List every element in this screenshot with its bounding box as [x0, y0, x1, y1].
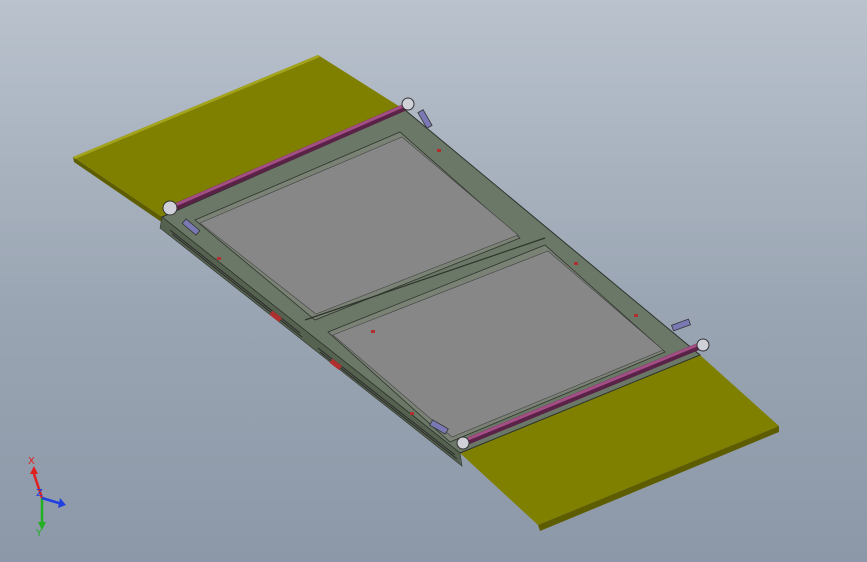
- cad-model[interactable]: [0, 0, 867, 562]
- graphics-viewport[interactable]: X Z Y: [0, 0, 867, 562]
- y-axis-label: Y: [35, 528, 43, 536]
- z-axis-label: Z: [36, 488, 43, 499]
- x-axis-label: X: [28, 456, 35, 467]
- orientation-triad: X Z Y: [28, 456, 66, 536]
- z-axis-arrow: [58, 498, 66, 508]
- x-axis-arrow: [30, 466, 38, 474]
